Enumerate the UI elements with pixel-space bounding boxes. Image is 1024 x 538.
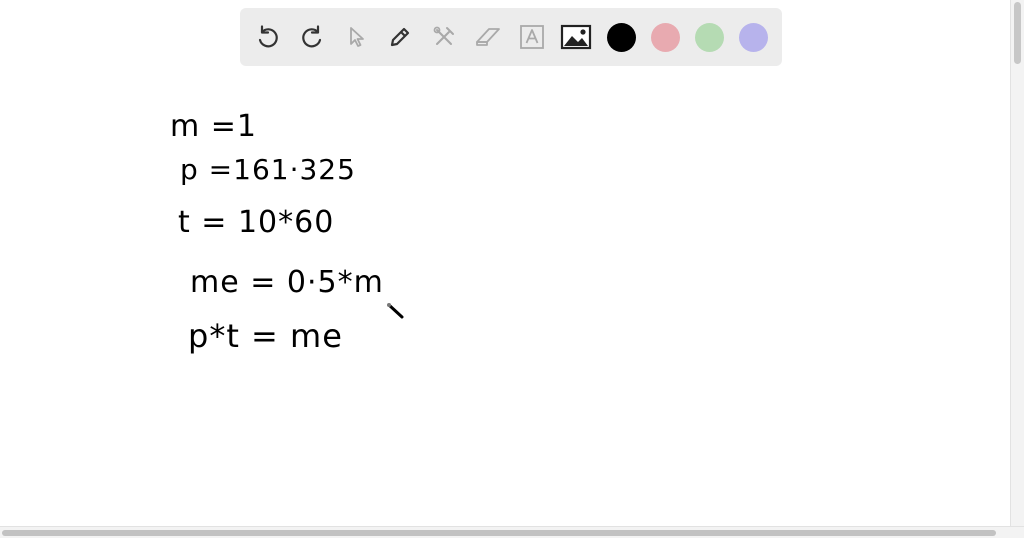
- eraser-tool-button[interactable]: [472, 21, 504, 53]
- redo-button[interactable]: [296, 21, 328, 53]
- tools-button[interactable]: [428, 21, 460, 53]
- image-icon: [560, 24, 592, 50]
- pen-cursor-icon: [387, 303, 404, 319]
- image-tool-button[interactable]: [560, 21, 592, 53]
- handwritten-line-2: p =161·325: [180, 153, 356, 186]
- vertical-scroll-thumb[interactable]: [1014, 2, 1021, 64]
- color-swatch-black[interactable]: [607, 23, 636, 52]
- color-swatch-pink[interactable]: [651, 23, 680, 52]
- drawing-canvas[interactable]: m =1 p =161·325 t = 10*60 me = 0·5*m p*t…: [0, 70, 1010, 526]
- color-swatch-purple[interactable]: [739, 23, 768, 52]
- select-tool-button[interactable]: [340, 21, 372, 53]
- whiteboard-app: m =1 p =161·325 t = 10*60 me = 0·5*m p*t…: [0, 0, 1024, 538]
- handwritten-line-4: me = 0·5*m: [190, 265, 384, 300]
- color-swatch-green[interactable]: [695, 23, 724, 52]
- handwritten-line-5: p*t = me: [188, 317, 343, 355]
- tools-icon: [433, 26, 454, 45]
- undo-button[interactable]: [252, 21, 284, 53]
- undo-icon: [258, 25, 278, 48]
- text-box-tool-button[interactable]: [516, 21, 548, 53]
- pen-tool-button[interactable]: [384, 21, 416, 53]
- handwritten-line-3: t = 10*60: [178, 205, 335, 240]
- redo-icon: [302, 25, 322, 48]
- drawing-toolbar: [240, 8, 782, 66]
- horizontal-scrollbar[interactable]: [0, 526, 1024, 538]
- vertical-scrollbar[interactable]: [1010, 0, 1024, 526]
- select-pointer-icon: [350, 27, 364, 47]
- handwritten-line-1: m =1: [170, 109, 257, 144]
- horizontal-scroll-thumb[interactable]: [2, 530, 996, 536]
- text-box-icon: [520, 25, 544, 49]
- pen-icon: [390, 27, 410, 47]
- eraser-icon: [476, 28, 500, 46]
